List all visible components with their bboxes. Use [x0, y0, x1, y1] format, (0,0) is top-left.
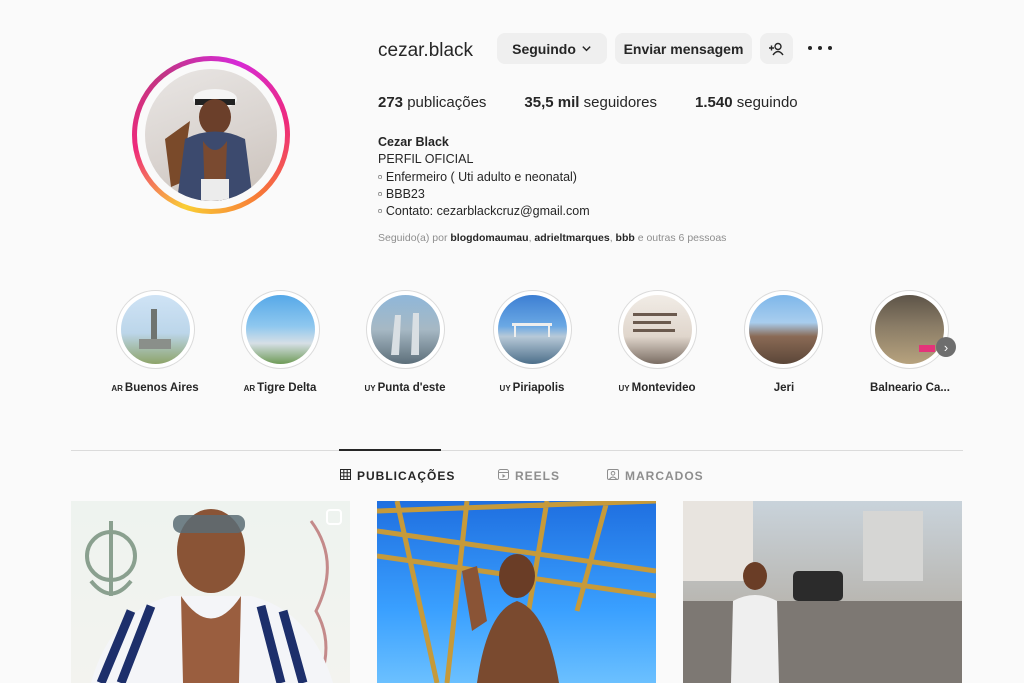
followed-by[interactable]: Seguido(a) por blogdomaumau, adrieltmarq…	[378, 232, 726, 244]
add-person-icon	[768, 42, 785, 56]
highlight-item[interactable]: UY Montevideo	[592, 290, 722, 394]
avatar-inner	[137, 61, 285, 209]
followers-count: 35,5 mil	[524, 94, 580, 111]
followed-by-suffix: e outras 6 pessoas	[637, 232, 727, 244]
tab-publicacoes[interactable]: PUBLICAÇÕES	[340, 469, 455, 483]
followed-by-prefix: Seguido(a) por	[378, 232, 448, 244]
tab-label: MARCADOS	[625, 469, 704, 483]
highlight-item[interactable]: Jeri	[718, 290, 848, 394]
tab-reels[interactable]: REELS	[498, 469, 560, 483]
followed-by-user[interactable]: blogdomaumau	[450, 232, 528, 244]
highlight-item[interactable]: UY Piriapolis	[467, 290, 597, 394]
followed-by-user[interactable]: bbb	[616, 232, 635, 244]
avatar	[145, 69, 277, 201]
send-message-button[interactable]: Enviar mensagem	[615, 33, 752, 64]
highlight-ring	[743, 290, 823, 369]
posts-label: publicações	[407, 94, 487, 111]
highlight-label: AR Buenos Aires	[111, 382, 199, 394]
highlight-label: Jeri	[773, 382, 795, 394]
bio-name: Cezar Black	[378, 135, 449, 149]
highlight-label: Balneario Ca...	[870, 382, 950, 394]
bio-line: ▫ Contato: cezarblackcruz@gmail.com	[378, 204, 590, 219]
following-button[interactable]: Seguindo	[497, 33, 607, 64]
highlight-item[interactable]: UY Punta d'este	[340, 290, 470, 394]
reels-icon	[498, 469, 509, 483]
highlight-label: UY Montevideo	[618, 382, 696, 394]
highlight-cover	[622, 295, 692, 364]
highlight-cover	[748, 295, 818, 364]
following-stat[interactable]: 1.540 seguindo	[695, 94, 798, 111]
highlight-label: UY Punta d'este	[364, 382, 446, 394]
tabs-divider	[71, 450, 963, 451]
highlight-item[interactable]: AR Tigre Delta	[215, 290, 345, 394]
chevron-right-icon[interactable]: ›	[936, 337, 956, 357]
send-message-label: Enviar mensagem	[623, 40, 744, 57]
highlight-ring	[115, 290, 195, 369]
highlight-cover	[874, 295, 944, 364]
active-tab-indicator	[339, 449, 441, 451]
highlight-ring	[492, 290, 572, 369]
highlight-item[interactable]: AR Buenos Aires	[90, 290, 220, 394]
highlight-ring	[617, 290, 697, 369]
followers-stat[interactable]: 35,5 mil seguidores	[524, 94, 657, 111]
tab-label: PUBLICAÇÕES	[357, 469, 456, 483]
reels-icon	[326, 509, 342, 525]
tab-marcados[interactable]: MARCADOS	[607, 469, 704, 483]
highlight-label: UY Piriapolis	[499, 382, 565, 394]
profile-username: cezar.black	[378, 40, 474, 61]
more-options-icon[interactable]	[808, 38, 832, 58]
posts-count: 273	[378, 94, 404, 111]
highlight-cover	[245, 295, 315, 364]
posts-stat: 273 publicações	[378, 94, 486, 111]
highlight-ring	[869, 290, 949, 369]
profile-bio: Cezar Black PERFIL OFICIAL ▫ Enfermeiro …	[378, 134, 590, 220]
following-label: seguindo	[736, 94, 798, 111]
highlight-cover	[497, 295, 567, 364]
following-count: 1.540	[695, 94, 733, 111]
profile-stats: 273 publicações 35,5 mil seguidores 1.54…	[378, 94, 836, 111]
grid-icon	[340, 469, 351, 483]
bio-line: ▫ Enfermeiro ( Uti adulto e neonatal)	[378, 169, 577, 184]
followers-label: seguidores	[583, 94, 658, 111]
post-thumbnail[interactable]	[71, 501, 350, 683]
tab-label: REELS	[515, 469, 561, 483]
post-thumbnail[interactable]	[377, 501, 656, 683]
bio-line: PERFIL OFICIAL	[378, 152, 474, 167]
highlight-ring	[365, 290, 445, 369]
bio-line: ▫ BBB23	[378, 186, 425, 201]
following-button-label: Seguindo	[512, 40, 576, 57]
chevron-down-icon	[581, 43, 592, 54]
profile-avatar-ring[interactable]	[132, 56, 290, 214]
highlight-label: AR Tigre Delta	[243, 382, 317, 394]
post-thumbnail[interactable]	[683, 501, 962, 683]
highlight-ring	[240, 290, 320, 369]
highlight-cover	[120, 295, 190, 364]
suggested-users-button[interactable]	[760, 33, 793, 64]
tagged-icon	[607, 469, 619, 483]
highlight-cover	[370, 295, 440, 364]
followed-by-user[interactable]: adrieltmarques	[534, 232, 609, 244]
